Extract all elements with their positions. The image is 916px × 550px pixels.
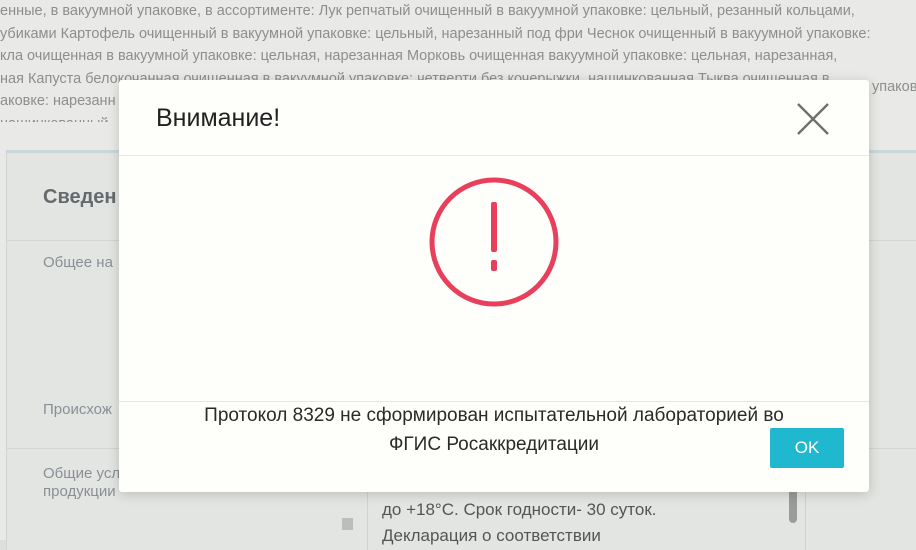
dialog-title: Внимание! bbox=[156, 104, 281, 132]
alert-dialog: Внимание! Протокол 8329 не сформирован и… bbox=[119, 80, 869, 492]
alert-exclamation-icon bbox=[429, 177, 559, 307]
close-icon bbox=[797, 103, 829, 135]
close-button[interactable] bbox=[791, 97, 835, 141]
dialog-body: Протокол 8329 не сформирован испытательн… bbox=[119, 156, 869, 455]
ok-button[interactable]: OK bbox=[770, 428, 844, 468]
dialog-footer: OK bbox=[119, 401, 869, 492]
dialog-header: Внимание! bbox=[119, 80, 869, 156]
